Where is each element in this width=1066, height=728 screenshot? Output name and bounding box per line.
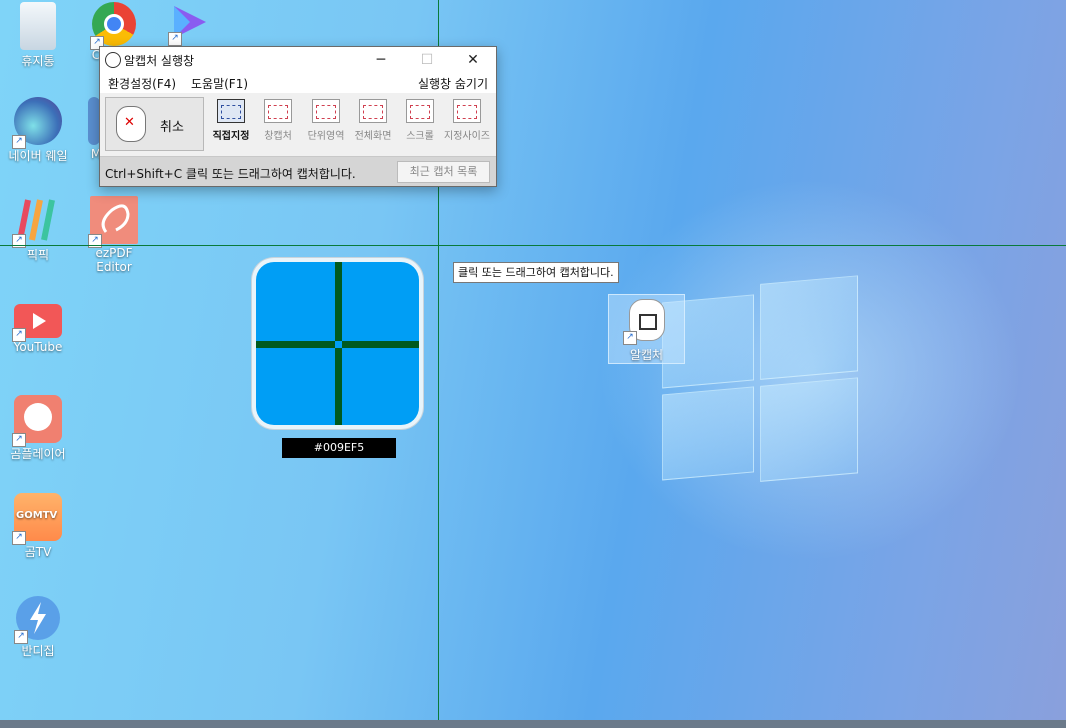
crosshair-horizontal xyxy=(0,245,1066,246)
whale-icon: ↗ xyxy=(12,97,62,149)
cancel-label: 취소 xyxy=(160,120,184,135)
tool-direct-select[interactable]: 직접지정 xyxy=(208,99,254,142)
taskbar[interactable] xyxy=(0,720,1066,728)
desktop-icon-gom-player[interactable]: ↗ 곰플레이어 xyxy=(0,395,76,462)
full-screen-icon xyxy=(359,99,387,123)
youtube-label: YouTube xyxy=(13,340,63,354)
tool-label: 단위영역 xyxy=(307,131,345,142)
cancel-button[interactable]: ✕ 취소 xyxy=(105,97,204,151)
cancel-x-icon: ✕ xyxy=(124,115,135,130)
shortcut-arrow-icon: ↗ xyxy=(168,32,182,46)
shortcut-arrow-icon: ↗ xyxy=(12,328,26,342)
gom-player-label: 곰플레이어 xyxy=(10,447,66,461)
menu-bar: 환경설정(F4) 도움말(F1) 실행창 숨기기 xyxy=(100,73,496,93)
magnifier-center-pixel xyxy=(335,341,342,348)
tool-label: 스크롤 xyxy=(406,131,434,142)
desktop-icon-bandizip[interactable]: ↗ 반디집 xyxy=(0,596,76,659)
gom-tv-label: 곰TV xyxy=(24,545,52,559)
shortcut-arrow-icon: ↗ xyxy=(12,531,26,545)
minimize-button[interactable]: ─ xyxy=(358,47,404,73)
shortcut-arrow-icon: ↗ xyxy=(12,135,26,149)
recent-captures-label: 최근 캡처 목록 xyxy=(409,165,478,178)
recycle-bin-label: 휴지통 xyxy=(21,54,55,68)
menu-settings[interactable]: 환경설정(F4) xyxy=(108,75,176,92)
magnifier xyxy=(252,258,423,429)
menu-help[interactable]: 도움말(F1) xyxy=(191,75,248,92)
fixed-size-icon xyxy=(453,99,481,123)
direct-select-icon xyxy=(217,99,245,123)
tool-label: 전체화면 xyxy=(354,131,392,142)
desktop-icon-media-player[interactable]: ↗ xyxy=(152,2,228,46)
unit-area-icon xyxy=(312,99,340,123)
shortcut-arrow-icon: ↗ xyxy=(623,331,637,345)
menu-hide-window[interactable]: 실행창 숨기기 xyxy=(418,75,488,92)
shortcut-arrow-icon: ↗ xyxy=(14,630,28,644)
desktop-icon-alcapture[interactable]: ↗ 알캡처 xyxy=(608,294,685,364)
close-button[interactable]: ✕ xyxy=(450,47,496,73)
ezpdf-icon: ↗ xyxy=(88,196,138,248)
tool-label: 지정사이즈 xyxy=(444,131,490,142)
status-bar: Ctrl+Shift+C 클릭 또는 드래그하여 캡처합니다. 최근 캡처 목록 xyxy=(100,156,496,186)
windows-logo xyxy=(662,275,858,489)
tool-label: 창캡처 xyxy=(264,131,292,142)
desktop-icon-ezpdf[interactable]: ↗ ezPDF Editor xyxy=(76,196,152,274)
desktop-icon-youtube[interactable]: ↗ YouTube xyxy=(0,302,76,354)
ezpdf-label: ezPDF Editor xyxy=(95,246,133,274)
window-title: 알캡처 실행창 xyxy=(124,54,195,68)
gomtv-logo-text: GOMTV xyxy=(16,510,58,521)
picpick-label: 픽픽 xyxy=(26,248,50,262)
alcapture-label: 알캡처 xyxy=(629,348,664,362)
toolbar: ✕ 취소 직접지정 창캡처 단위영역 전체화면 스크롤 지정사이즈 xyxy=(100,93,496,156)
tool-window-capture[interactable]: 창캡처 xyxy=(255,99,301,142)
magnifier-view xyxy=(256,262,419,425)
maximize-button[interactable]: ☐ xyxy=(404,47,450,73)
color-hex-readout: #009EF5 xyxy=(282,438,396,458)
status-text: Ctrl+Shift+C 클릭 또는 드래그하여 캡처합니다. xyxy=(105,167,356,181)
scroll-icon xyxy=(406,99,434,123)
desktop-icon-picpick[interactable]: ↗ 픽픽 xyxy=(0,196,76,263)
shortcut-arrow-icon: ↗ xyxy=(12,433,26,447)
bandizip-icon: ↗ xyxy=(14,596,60,644)
recycle-bin-icon xyxy=(20,2,56,50)
gom-player-icon: ↗ xyxy=(12,395,62,447)
tool-unit-area[interactable]: 단위영역 xyxy=(303,99,349,142)
tool-scroll[interactable]: 스크롤 xyxy=(397,99,443,142)
tool-full-screen[interactable]: 전체화면 xyxy=(350,99,396,142)
recent-captures-button[interactable]: 최근 캡처 목록 xyxy=(397,161,490,183)
youtube-icon: ↗ xyxy=(12,304,62,342)
chrome-icon: ↗ xyxy=(90,2,136,50)
desktop-icon-gom-tv[interactable]: GOMTV ↗ 곰TV xyxy=(0,493,76,560)
desktop-icon-naver-whale[interactable]: ↗ 네이버 웨일 xyxy=(0,97,76,164)
alcapture-app-icon xyxy=(105,52,121,68)
title-bar[interactable]: 알캡처 실행창 ─ ☐ ✕ xyxy=(100,47,496,73)
gom-tv-icon: GOMTV ↗ xyxy=(12,493,62,545)
picpick-icon: ↗ xyxy=(12,196,62,248)
capture-tooltip: 클릭 또는 드래그하여 캡처합니다. xyxy=(453,262,619,283)
capture-window: 알캡처 실행창 ─ ☐ ✕ 환경설정(F4) 도움말(F1) 실행창 숨기기 ✕… xyxy=(99,46,497,187)
window-capture-icon xyxy=(264,99,292,123)
desktop-icon-recycle-bin[interactable]: 휴지통 xyxy=(0,2,76,69)
naver-whale-label: 네이버 웨일 xyxy=(8,149,68,163)
bandizip-label: 반디집 xyxy=(21,644,55,658)
tool-fixed-size[interactable]: 지정사이즈 xyxy=(444,99,490,142)
tool-label: 직접지정 xyxy=(212,131,250,142)
media-player-icon: ↗ xyxy=(168,2,210,46)
